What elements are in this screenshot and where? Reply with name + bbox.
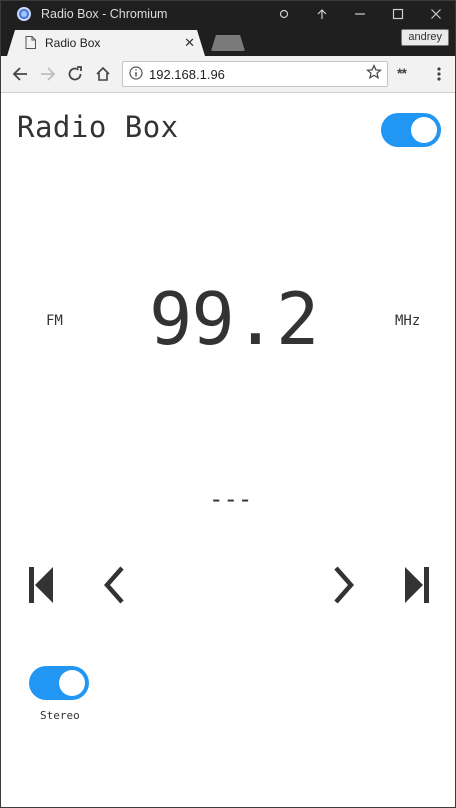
new-tab-button[interactable] bbox=[211, 35, 245, 51]
home-icon[interactable] bbox=[92, 63, 114, 85]
window-controls bbox=[265, 1, 455, 27]
tab-label: Radio Box bbox=[45, 36, 101, 50]
toggle-knob bbox=[411, 117, 437, 143]
browser-toolbar: 192.168.1.96 ** bbox=[1, 56, 455, 93]
address-bar[interactable]: 192.168.1.96 bbox=[122, 61, 388, 87]
radio-page: Radio Box FM 99.2 MHz --- Stereo bbox=[1, 93, 455, 807]
skip-forward-icon[interactable] bbox=[397, 563, 437, 607]
power-toggle[interactable] bbox=[381, 113, 441, 147]
title-bar: Radio Box - Chromium bbox=[1, 1, 455, 27]
close-icon[interactable] bbox=[417, 1, 455, 27]
skip-back-icon[interactable] bbox=[21, 563, 61, 607]
tab-radio-box[interactable]: Radio Box ✕ bbox=[7, 30, 205, 56]
chevron-left-icon[interactable] bbox=[95, 563, 135, 607]
maximize-icon[interactable] bbox=[379, 1, 417, 27]
upload-icon[interactable] bbox=[303, 1, 341, 27]
chromium-icon bbox=[17, 7, 31, 21]
menu-icon[interactable] bbox=[428, 63, 450, 85]
document-icon bbox=[25, 34, 36, 53]
info-icon[interactable] bbox=[129, 65, 143, 84]
frequency-display: 99.2 bbox=[149, 277, 319, 361]
browser-window: Radio Box - Chromium Radio Box ✕ andrey … bbox=[0, 0, 456, 808]
station-name: --- bbox=[209, 485, 253, 513]
toggle-knob bbox=[59, 670, 85, 696]
reload-icon[interactable] bbox=[64, 63, 86, 85]
chevron-right-icon[interactable] bbox=[323, 563, 363, 607]
page-title: Radio Box bbox=[17, 110, 179, 144]
stereo-toggle[interactable] bbox=[29, 666, 89, 700]
stereo-label: Stereo bbox=[40, 709, 80, 722]
back-icon[interactable] bbox=[9, 63, 31, 85]
extensions-button[interactable]: ** bbox=[397, 65, 407, 81]
minimize-icon[interactable] bbox=[341, 1, 379, 27]
window-title: Radio Box - Chromium bbox=[41, 7, 168, 21]
bookmark-star-icon[interactable] bbox=[365, 63, 383, 84]
media-icon[interactable] bbox=[265, 1, 303, 27]
forward-icon[interactable] bbox=[37, 63, 59, 85]
tab-strip: Radio Box ✕ andrey bbox=[1, 27, 455, 56]
tab-close-icon[interactable]: ✕ bbox=[184, 36, 195, 51]
band-label: FM bbox=[46, 313, 63, 329]
unit-label: MHz bbox=[395, 313, 421, 329]
profile-button[interactable]: andrey bbox=[401, 29, 449, 46]
url-text[interactable]: 192.168.1.96 bbox=[149, 67, 366, 82]
